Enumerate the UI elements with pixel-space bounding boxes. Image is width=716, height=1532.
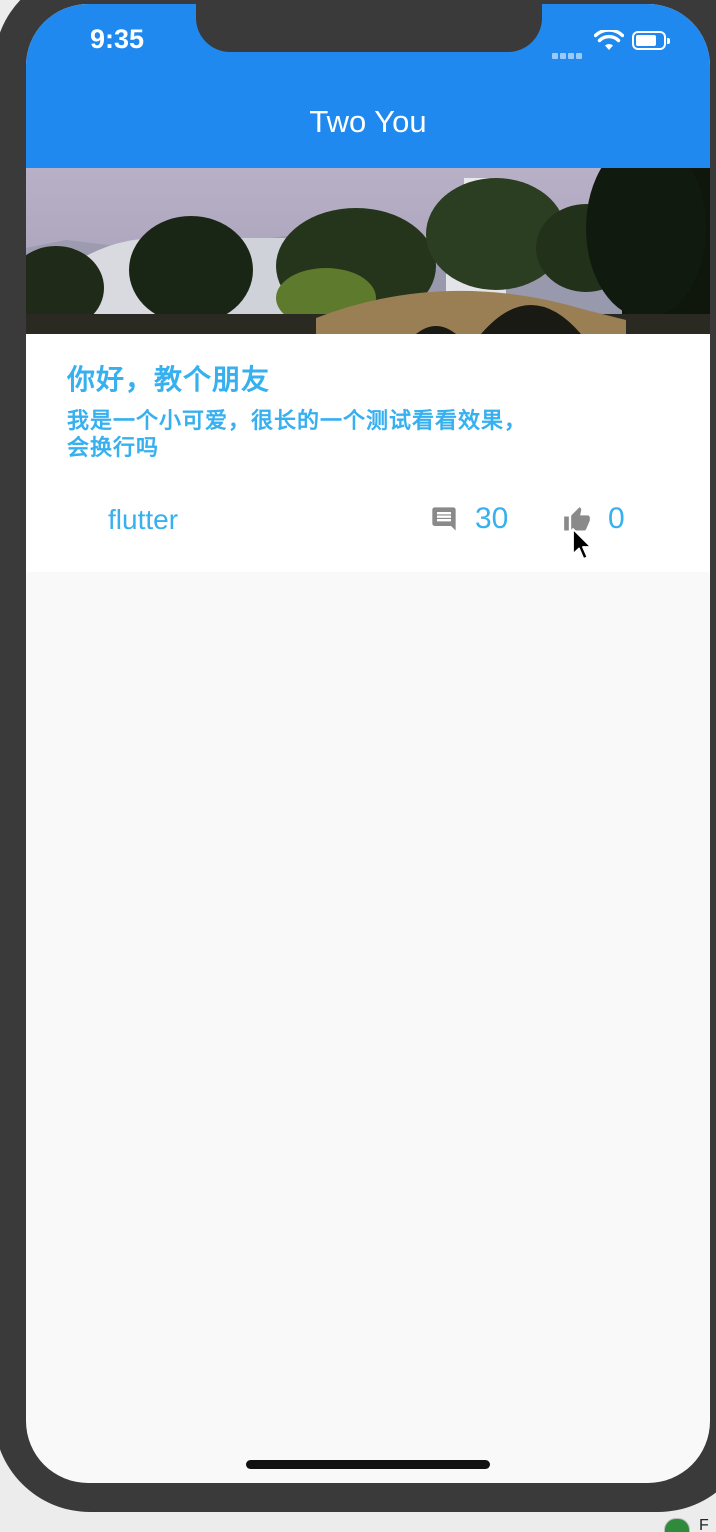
status-time: 9:35 [90,24,145,54]
phone-screen: 9:35 Two You 你好，教个朋友 我是一个小可爱，很长的一个测试看看效果… [26,4,710,1483]
taskbar-label: F [699,1517,709,1532]
mouse-cursor-icon [572,528,594,566]
banner-image [26,168,710,334]
taskbar-app-icon[interactable] [664,1518,690,1532]
like-count: 0 [608,502,625,535]
page-title: Two You [309,104,427,139]
wifi-icon [593,28,625,56]
device-background: 9:35 Two You 你好，教个朋友 我是一个小可爱，很长的一个测试看看效果… [0,0,716,1532]
device-notch [196,4,542,52]
post-tag[interactable]: flutter [108,504,178,536]
comment-icon[interactable] [430,505,458,537]
cellular-signal-icon [552,44,588,59]
comment-count: 30 [475,502,509,535]
post-title: 你好，教个朋友 [67,363,271,396]
home-indicator[interactable] [246,1460,490,1469]
post-card[interactable]: 你好，教个朋友 我是一个小可爱，很长的一个测试看看效果，会换行吗 flutter… [26,334,710,572]
battery-icon [632,31,670,50]
post-description: 我是一个小可爱，很长的一个测试看看效果，会换行吗 [67,409,528,461]
